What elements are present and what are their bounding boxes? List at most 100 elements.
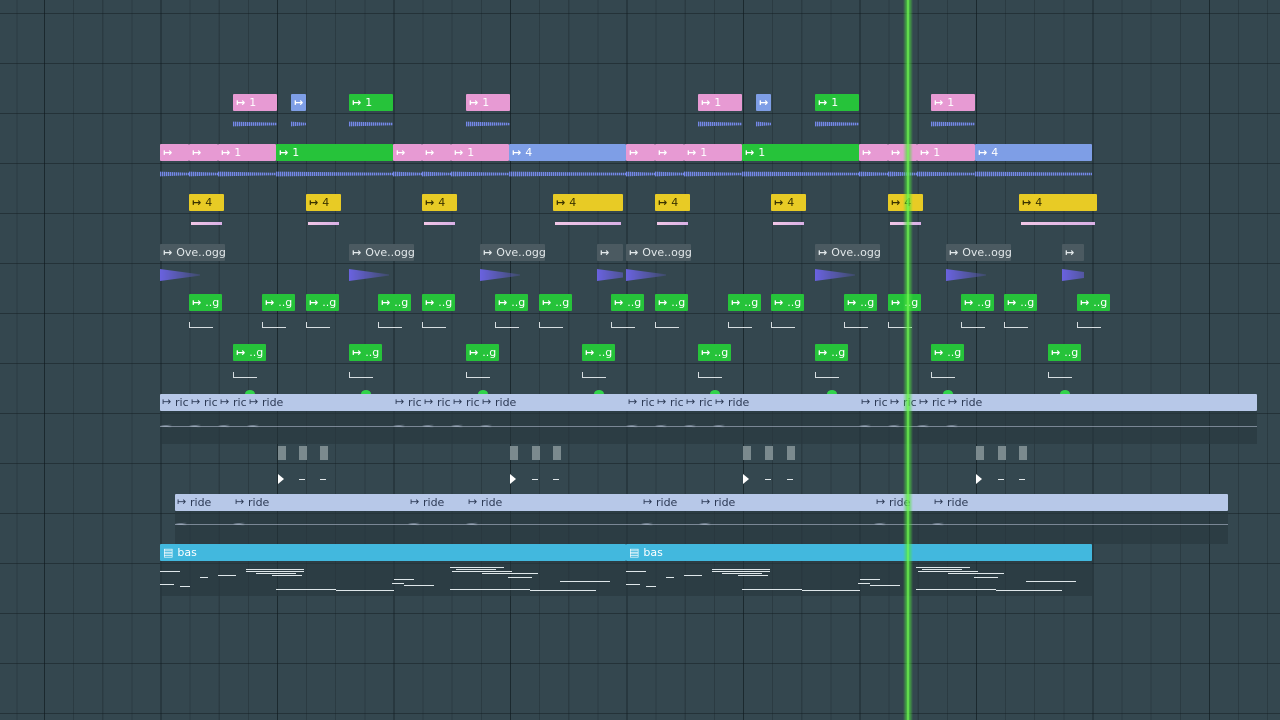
audio-clip-long[interactable]: ↦ 4 — [975, 144, 1092, 190]
audio-clip-g[interactable]: ↦..g — [961, 294, 994, 338]
clip-header[interactable]: ↦..g — [655, 294, 688, 311]
clip-header[interactable]: ↦..g — [233, 344, 266, 361]
clip-header[interactable]: ↦ — [291, 94, 306, 111]
audio-clip-ove[interactable]: ↦ Ove..ogg — [349, 244, 414, 288]
audio-clip-yellow[interactable]: ↦4 — [422, 194, 457, 234]
audio-clip-small[interactable]: ↦ 1 — [466, 94, 510, 134]
clip-header[interactable]: ↦..g — [1048, 344, 1081, 361]
audio-clip-g[interactable]: ↦..g — [189, 294, 222, 338]
clip-header[interactable]: ↦..g — [728, 294, 761, 311]
clip-header[interactable]: ↦..g — [698, 344, 731, 361]
clip-header[interactable]: ↦ 1 — [276, 144, 393, 161]
audio-clip-small[interactable]: ↦ — [291, 94, 306, 134]
audio-clip-yellow[interactable]: ↦4 — [189, 194, 224, 234]
audio-clip-long[interactable]: ↦ — [189, 144, 218, 190]
audio-clip-small[interactable]: ↦ 1 — [815, 94, 859, 134]
audio-clip-long[interactable]: ↦ — [422, 144, 451, 190]
clip-header[interactable]: ↦4 — [189, 194, 224, 211]
clip-header[interactable]: ↦ — [756, 94, 771, 111]
clip-header[interactable]: ↦ Ove..ogg — [349, 244, 414, 261]
clip-header[interactable]: ↦..g — [961, 294, 994, 311]
clip-header[interactable]: ↦ ride ↦ ride ↦ ride ↦ ride ↦ ride ↦ ride ↦ ride ↦ ride — [175, 494, 1228, 511]
audio-clip-yellow[interactable]: ↦4 — [655, 194, 690, 234]
clip-header[interactable]: ↦4 — [509, 144, 626, 161]
audio-clip-g[interactable]: ↦..g — [771, 294, 804, 338]
audio-clip-g-dot[interactable]: ↦ ..g — [1048, 344, 1081, 394]
clip-header[interactable]: ↦ ric ↦ ric ↦ ric ↦ ride ↦ ric ↦ ric ↦ ric ↦ ride ↦ ric ↦ r… — [160, 394, 1257, 411]
automation-marker[interactable] — [1019, 446, 1027, 480]
clip-header[interactable]: ↦ 1 — [815, 94, 859, 111]
clip-header[interactable]: ↦ Ove..ogg — [946, 244, 1011, 261]
audio-clip-small[interactable]: ↦ 1 — [233, 94, 277, 134]
audio-clip-small[interactable]: ↦ 1 — [349, 94, 393, 134]
pattern-clip-bas[interactable]: ▤ bas — [626, 544, 1092, 596]
audio-clip-long[interactable]: ↦ — [393, 144, 422, 190]
clip-header[interactable]: ↦ 1 — [466, 94, 510, 111]
audio-clip-g[interactable]: ↦..g — [422, 294, 455, 338]
clip-header[interactable]: ↦4 — [771, 194, 806, 211]
clip-header[interactable]: ↦ Ove..ogg — [626, 244, 691, 261]
clip-header[interactable]: ↦..g — [349, 344, 382, 361]
audio-clip-g[interactable]: ↦..g — [539, 294, 572, 338]
clip-header[interactable]: ↦..g — [815, 344, 848, 361]
automation-marker[interactable] — [320, 446, 328, 480]
automation-marker[interactable] — [765, 446, 773, 480]
clip-header[interactable]: ↦ — [393, 144, 422, 161]
clip-header[interactable]: ↦ 1 — [233, 94, 277, 111]
clip-header[interactable]: ↦4 — [553, 194, 623, 211]
audio-clip-long[interactable]: ↦ 1 — [451, 144, 509, 190]
audio-clip-g[interactable]: ↦..g — [378, 294, 411, 338]
audio-clip-g[interactable]: ↦..g — [655, 294, 688, 338]
automation-marker[interactable] — [532, 446, 540, 480]
audio-clip-long[interactable]: ↦ 4 — [509, 144, 626, 190]
automation-marker[interactable] — [299, 446, 307, 480]
clip-header[interactable]: ↦ — [422, 144, 451, 161]
audio-clip-g[interactable]: ↦..g — [306, 294, 339, 338]
automation-marker[interactable] — [998, 446, 1006, 480]
audio-clip-ove[interactable]: ↦ Ove..ogg — [815, 244, 880, 288]
clip-header[interactable]: ↦..g — [539, 294, 572, 311]
pattern-clip-bas[interactable]: ▤ bas — [160, 544, 626, 596]
audio-clip-long[interactable]: ↦ 1 — [742, 144, 859, 190]
audio-clip-g[interactable]: ↦..g — [844, 294, 877, 338]
audio-clip-ove[interactable]: ↦ Ove..ogg — [480, 244, 545, 288]
audio-clip-yellow[interactable]: ↦4 — [306, 194, 341, 234]
audio-clip-g[interactable]: ↦..g — [728, 294, 761, 338]
audio-clip-small[interactable]: ↦ 1 — [931, 94, 975, 134]
clip-header[interactable]: ↦ Ove..ogg — [815, 244, 880, 261]
automation-marker[interactable] — [510, 446, 518, 484]
audio-clip-long[interactable]: ↦ 1 — [684, 144, 742, 190]
audio-clip-ove[interactable]: ↦ Ove..ogg — [946, 244, 1011, 288]
automation-marker[interactable] — [278, 446, 286, 484]
automation-marker[interactable] — [976, 446, 984, 484]
clip-header[interactable]: ↦..g — [1004, 294, 1037, 311]
clip-header[interactable]: ↦ 1 — [917, 144, 975, 161]
audio-clip-ove[interactable]: ↦ — [597, 244, 623, 288]
audio-clip-yellow[interactable]: ↦4 — [1019, 194, 1097, 234]
audio-clip-long[interactable]: ↦ — [859, 144, 888, 190]
audio-clip-small[interactable]: ↦ — [756, 94, 771, 134]
clip-header[interactable]: ↦ Ove..ogg — [160, 244, 225, 261]
clip-header[interactable]: ↦ — [859, 144, 888, 161]
audio-clip-ove[interactable]: ↦ Ove..ogg — [160, 244, 225, 288]
clip-header[interactable]: ↦4 — [1019, 194, 1097, 211]
clip-header[interactable]: ↦ 1 — [684, 144, 742, 161]
clip-header[interactable]: ↦ — [597, 244, 623, 261]
automation-marker[interactable] — [553, 446, 561, 480]
audio-clip-g[interactable]: ↦..g — [262, 294, 295, 338]
audio-clip-long[interactable]: ↦ 1 — [218, 144, 276, 190]
automation-marker[interactable] — [743, 446, 751, 484]
clip-header[interactable]: ↦ 1 — [698, 94, 742, 111]
audio-clip-g[interactable]: ↦..g — [495, 294, 528, 338]
clip-header[interactable]: ↦4 — [975, 144, 1092, 161]
audio-clip-ove[interactable]: ↦ Ove..ogg — [626, 244, 691, 288]
playlist-arrangement[interactable]: ↦ 1 ↦ ↦ 1 ↦ 1 ↦ 1 ↦ ↦ 1 ↦ 1 ↦ ↦ ↦ 1 ↦ 1 ↦ ↦ ↦ 1 ↦ 4 ↦ ↦ ↦ 1 ↦ 1 ↦ ↦ ↦ 1 ↦ 4 ↦ 4… — [0, 0, 1280, 720]
clip-header[interactable]: ↦..g — [189, 294, 222, 311]
audio-clip-long[interactable]: ↦ — [655, 144, 684, 190]
clip-header[interactable]: ↦4 — [655, 194, 690, 211]
clip-header[interactable]: ↦..g — [306, 294, 339, 311]
audio-clip-long[interactable]: ↦ — [626, 144, 655, 190]
clip-header[interactable]: ↦..g — [1077, 294, 1110, 311]
audio-clip-small[interactable]: ↦ 1 — [698, 94, 742, 134]
automation-marker[interactable] — [787, 446, 795, 480]
